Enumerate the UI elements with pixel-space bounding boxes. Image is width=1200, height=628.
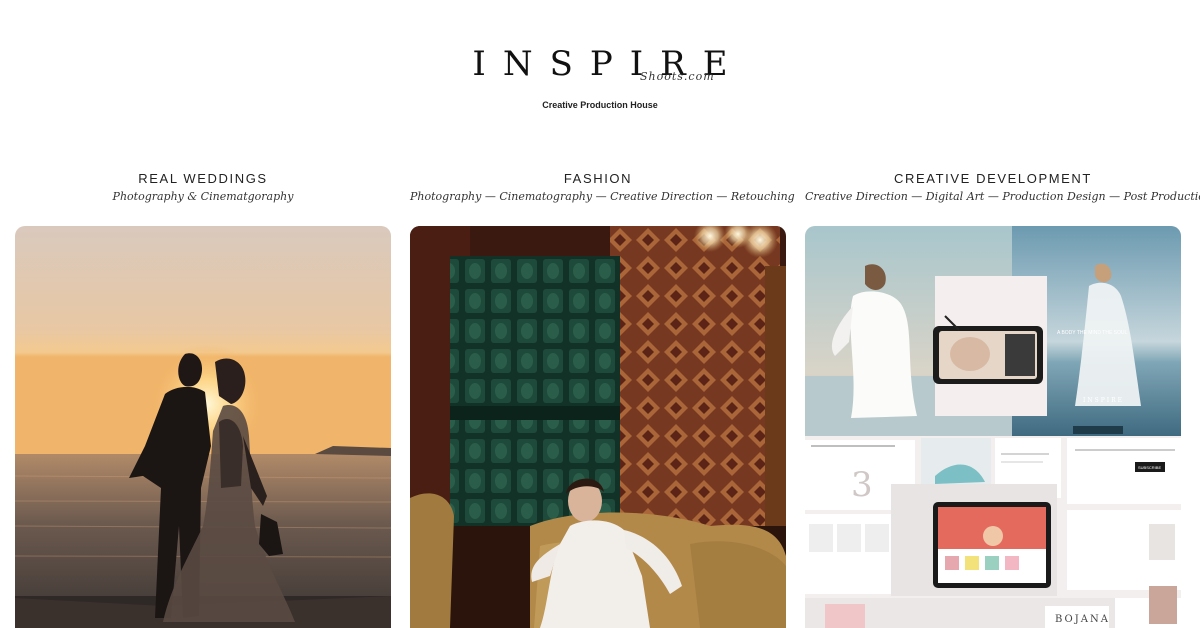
logo-script-subtitle: Shoots.com	[640, 70, 715, 83]
brand-logo[interactable]: INSPIRE Shoots.com	[0, 44, 1200, 84]
category-heading-creative-development[interactable]: CREATIVE DEVELOPMENT Creative Direction …	[805, 170, 1200, 205]
collage-subscribe-button: SUBSCRIBE	[1138, 465, 1161, 470]
creative-collage-card[interactable]: A BODY THE MIND THE SOUL INSPIRE 3 SUBSC…	[805, 226, 1181, 628]
logo-wordmark: INSPIRE	[472, 44, 745, 84]
category-title: FASHION	[563, 171, 633, 186]
svg-text:A BODY THE MIND THE SOUL: A BODY THE MIND THE SOUL	[1057, 330, 1128, 336]
category-title: CREATIVE DEVELOPMENT	[894, 171, 1092, 186]
category-title: REAL WEDDINGS	[138, 171, 268, 186]
creative-collage: A BODY THE MIND THE SOUL INSPIRE 3 SUBSC…	[805, 226, 1181, 628]
fashion-photo-card[interactable]	[410, 226, 786, 628]
collage-brand-card: BOJANA	[1055, 614, 1110, 625]
category-heading-fashion[interactable]: FASHION Photography — Cinematography — C…	[410, 170, 795, 205]
wedding-photo-card[interactable]	[15, 226, 391, 628]
brand-tagline: Creative Production House	[542, 100, 658, 110]
wedding-photo	[15, 226, 391, 628]
category-subtitle: Photography & Cinematgoraphy	[112, 190, 294, 203]
fashion-photo	[410, 226, 786, 628]
category-heading-weddings[interactable]: REAL WEDDINGS Photography & Cinematgorap…	[15, 170, 391, 205]
category-subtitle: Photography — Cinematography — Creative …	[410, 190, 795, 203]
category-subtitle: Creative Direction — Digital Art — Produ…	[805, 190, 1200, 203]
collage-page-number: 3	[851, 465, 873, 505]
collage-mini-logo: INSPIRE	[1083, 397, 1124, 404]
